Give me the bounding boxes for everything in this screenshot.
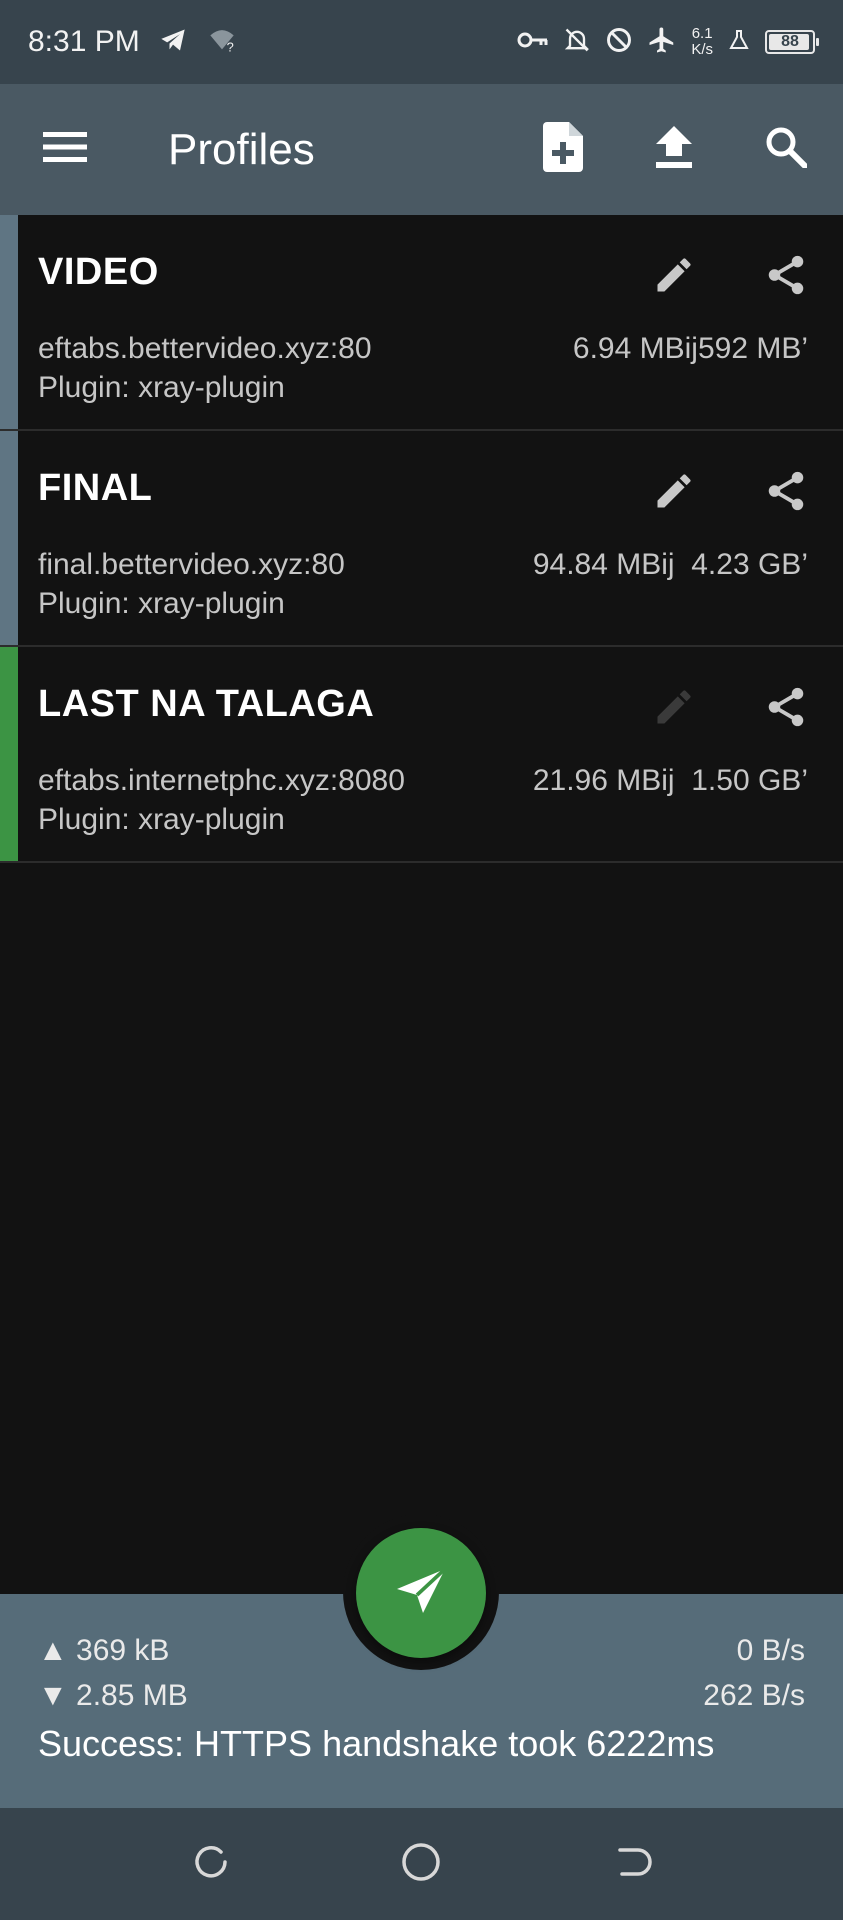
edit-button[interactable] bbox=[640, 243, 708, 311]
net-speed: 6.1 K/s bbox=[691, 26, 713, 58]
battery-icon: 88 bbox=[765, 30, 819, 54]
navigation-bar bbox=[0, 1808, 843, 1920]
vpn-key-icon bbox=[517, 28, 549, 57]
share-icon bbox=[763, 468, 809, 519]
pencil-icon bbox=[652, 685, 696, 734]
back-icon bbox=[612, 1842, 652, 1887]
connection-test-message: Success: HTTPS handshake took 6222ms bbox=[38, 1723, 715, 1764]
share-button[interactable] bbox=[752, 675, 820, 743]
download-rate: 262 B/s bbox=[703, 1679, 805, 1712]
profile-server: final.bettervideo.xyz:80 bbox=[38, 548, 345, 581]
wifi-question-icon: ? bbox=[206, 26, 238, 59]
menu-icon bbox=[43, 131, 87, 168]
battery-level: 88 bbox=[781, 33, 799, 50]
upload-icon bbox=[656, 126, 692, 173]
status-time: 8:31 PM bbox=[28, 25, 140, 58]
upload-rate: 0 B/s bbox=[736, 1634, 805, 1667]
paper-plane-icon bbox=[395, 1567, 447, 1620]
toolbar: Profiles bbox=[0, 84, 843, 215]
pencil-icon bbox=[652, 253, 696, 302]
share-button[interactable] bbox=[752, 243, 820, 311]
search-button[interactable] bbox=[751, 115, 821, 185]
profile-card[interactable]: VIDEO eftabs.bettervideo.xyz:80 Plugin: … bbox=[0, 215, 843, 431]
profile-plugin: Plugin: xray-plugin bbox=[38, 587, 285, 620]
profile-accent-active bbox=[0, 647, 18, 861]
edit-button-disabled bbox=[640, 675, 708, 743]
home-button[interactable] bbox=[389, 1832, 453, 1896]
share-icon bbox=[763, 684, 809, 735]
bell-off-icon bbox=[563, 26, 591, 59]
profile-card-active[interactable]: LAST NA TALAGA eftabs.internetphc.xyz:80… bbox=[0, 647, 843, 863]
recent-apps-button[interactable] bbox=[179, 1832, 243, 1896]
download-total: ▼ 2.85 MB bbox=[38, 1679, 188, 1712]
profile-server: eftabs.bettervideo.xyz:80 bbox=[38, 332, 372, 365]
profile-card[interactable]: FINAL final.bettervideo.xyz:80 Plugin: x… bbox=[0, 431, 843, 647]
status-left-icons: ? bbox=[158, 26, 238, 59]
profile-name: VIDEO bbox=[38, 251, 159, 293]
profile-traffic: 94.84 MBij 4.23 GB’ bbox=[532, 548, 808, 581]
profile-plugin: Plugin: xray-plugin bbox=[38, 371, 285, 404]
page-title: Profiles bbox=[168, 124, 315, 174]
profile-accent bbox=[0, 215, 18, 429]
do-not-disturb-icon bbox=[605, 26, 633, 59]
search-icon bbox=[765, 126, 808, 173]
profile-name: LAST NA TALAGA bbox=[38, 683, 375, 725]
profile-name: FINAL bbox=[38, 467, 153, 509]
add-file-icon bbox=[543, 122, 583, 177]
add-profile-button[interactable] bbox=[528, 115, 598, 185]
profile-list: VIDEO eftabs.bettervideo.xyz:80 Plugin: … bbox=[0, 215, 843, 863]
profile-traffic: 6.94 MBij592 MB’ bbox=[572, 332, 808, 365]
import-button[interactable] bbox=[639, 115, 709, 185]
svg-text:?: ? bbox=[226, 39, 233, 53]
profile-accent bbox=[0, 431, 18, 645]
menu-button[interactable] bbox=[30, 115, 100, 185]
telegram-icon bbox=[158, 26, 188, 59]
net-speed-value: 6.1 bbox=[691, 25, 713, 42]
share-icon bbox=[763, 252, 809, 303]
pencil-icon bbox=[652, 469, 696, 518]
share-button[interactable] bbox=[752, 459, 820, 527]
status-bar: 8:31 PM ? 6.1 K/s 88 bbox=[0, 0, 843, 84]
connect-fab[interactable] bbox=[356, 1528, 486, 1658]
upload-total: ▲ 369 kB bbox=[38, 1634, 170, 1667]
back-button[interactable] bbox=[600, 1832, 664, 1896]
airplane-icon bbox=[647, 25, 677, 60]
status-right-icons: 6.1 K/s 88 bbox=[517, 25, 819, 60]
profile-server: eftabs.internetphc.xyz:8080 bbox=[38, 764, 405, 797]
net-speed-unit: K/s bbox=[691, 41, 713, 58]
profile-traffic: 21.96 MBij 1.50 GB’ bbox=[532, 764, 808, 797]
edit-button[interactable] bbox=[640, 459, 708, 527]
profile-plugin: Plugin: xray-plugin bbox=[38, 803, 285, 836]
flask-icon bbox=[727, 27, 751, 58]
recent-apps-icon bbox=[191, 1842, 231, 1887]
home-icon bbox=[400, 1841, 442, 1888]
